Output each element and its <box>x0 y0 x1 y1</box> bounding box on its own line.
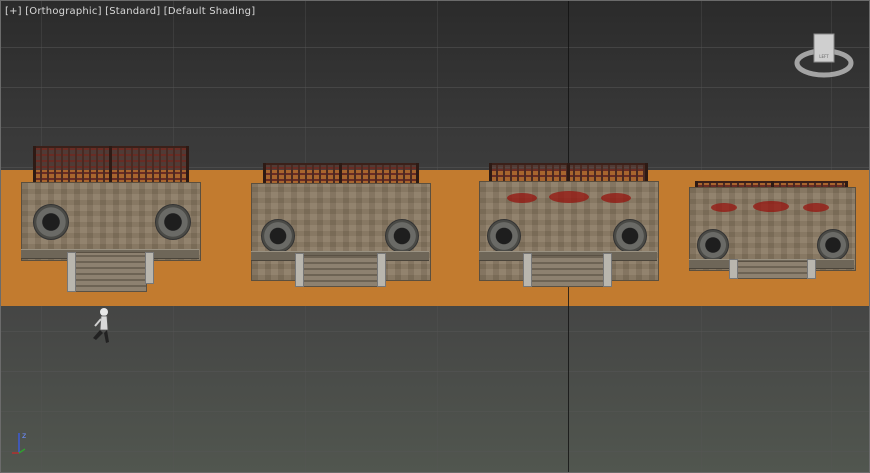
character-figure-icon[interactable] <box>89 306 115 346</box>
stairs <box>303 255 379 287</box>
viewport-menu-plus[interactable]: [+] <box>5 6 22 17</box>
viewport-view-menu[interactable]: [Orthographic] <box>25 6 102 17</box>
well <box>697 229 729 261</box>
pillar <box>807 259 816 279</box>
grid-line <box>1 127 869 128</box>
viewcube-icon[interactable]: LEFT <box>794 31 854 83</box>
pillar <box>729 259 738 279</box>
well <box>817 229 849 261</box>
pillar <box>145 252 154 284</box>
blood-decal <box>507 193 537 203</box>
well <box>261 219 295 253</box>
grid-line <box>1 87 869 88</box>
axis-tripod-icon: z <box>12 431 26 454</box>
well <box>385 219 419 253</box>
grid-line <box>1 411 869 412</box>
pillar <box>67 252 76 292</box>
pillar <box>377 253 386 287</box>
blood-decal <box>601 193 631 203</box>
pillar <box>523 253 532 287</box>
grid-line <box>1 451 869 452</box>
well <box>487 219 521 253</box>
grid-line <box>1 331 869 332</box>
viewport-label: [+] [Orthographic] [Standard] [Default S… <box>5 6 255 17</box>
grid-line <box>1 47 869 48</box>
pillar <box>603 253 612 287</box>
well <box>33 204 69 240</box>
blood-decal <box>753 201 789 212</box>
stairs <box>735 261 809 279</box>
pillar <box>295 253 304 287</box>
viewport-shading-menu[interactable]: [Default Shading] <box>164 6 256 17</box>
viewport-render-menu[interactable]: [Standard] <box>105 6 160 17</box>
well <box>613 219 647 253</box>
blood-decal <box>711 203 737 212</box>
stairs <box>531 255 607 287</box>
blood-decal <box>549 191 589 203</box>
grid-line <box>1 371 869 372</box>
axis-z-label: z <box>22 431 26 440</box>
viewcube-face-label: LEFT <box>819 54 829 59</box>
blood-decal <box>803 203 829 212</box>
stairs <box>75 252 147 292</box>
viewport-orthographic[interactable]: [+] [Orthographic] [Standard] [Default S… <box>0 0 870 473</box>
well <box>155 204 191 240</box>
